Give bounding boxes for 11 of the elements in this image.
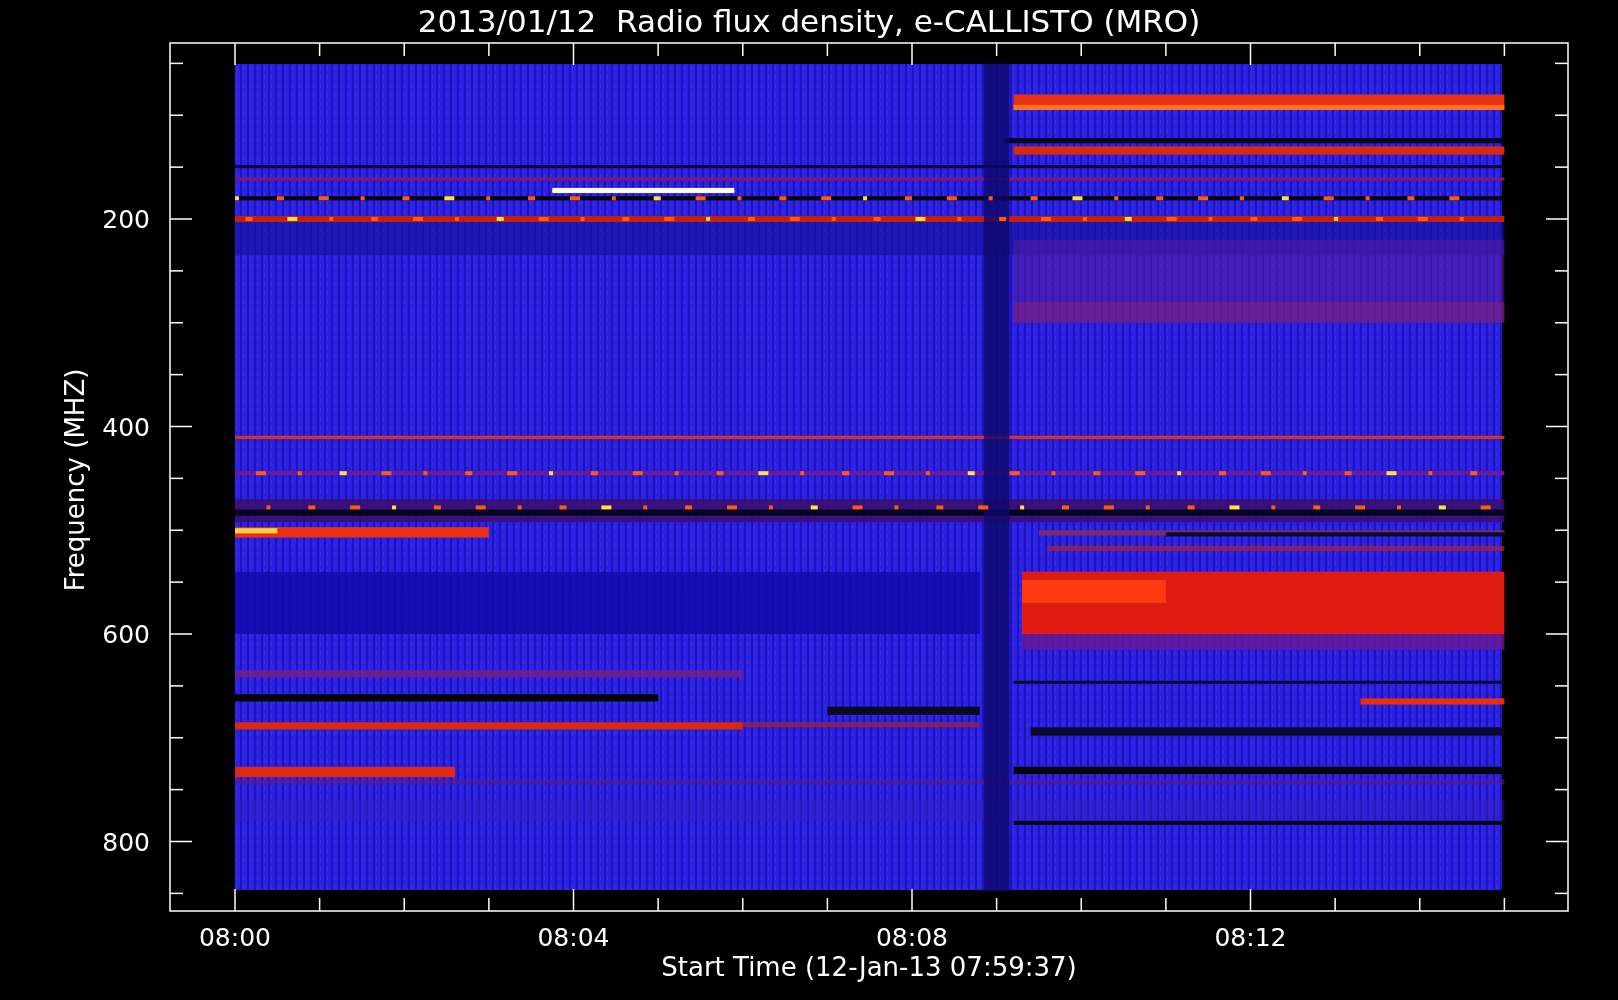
chart-title: 2013/01/12 Radio flux density, e-CALLISTO (MRO) [417,3,1201,39]
axis-title: Frequency (MHZ) [60,368,90,592]
axis-tick-label: 08:08 [876,923,948,952]
axis-tick-label: 08:04 [537,923,610,952]
axis-tick-label: 400 [102,412,150,442]
axis-tick-label: 800 [102,827,150,857]
axis-tick-label: 08:00 [199,923,271,952]
axis-tick-label: 08:12 [1214,923,1287,952]
axis-tick-label: 600 [102,620,150,649]
axis-title: Start Time (12-Jan-13 07:59:37) [661,952,1077,982]
axis-tick-label: 200 [102,205,150,234]
